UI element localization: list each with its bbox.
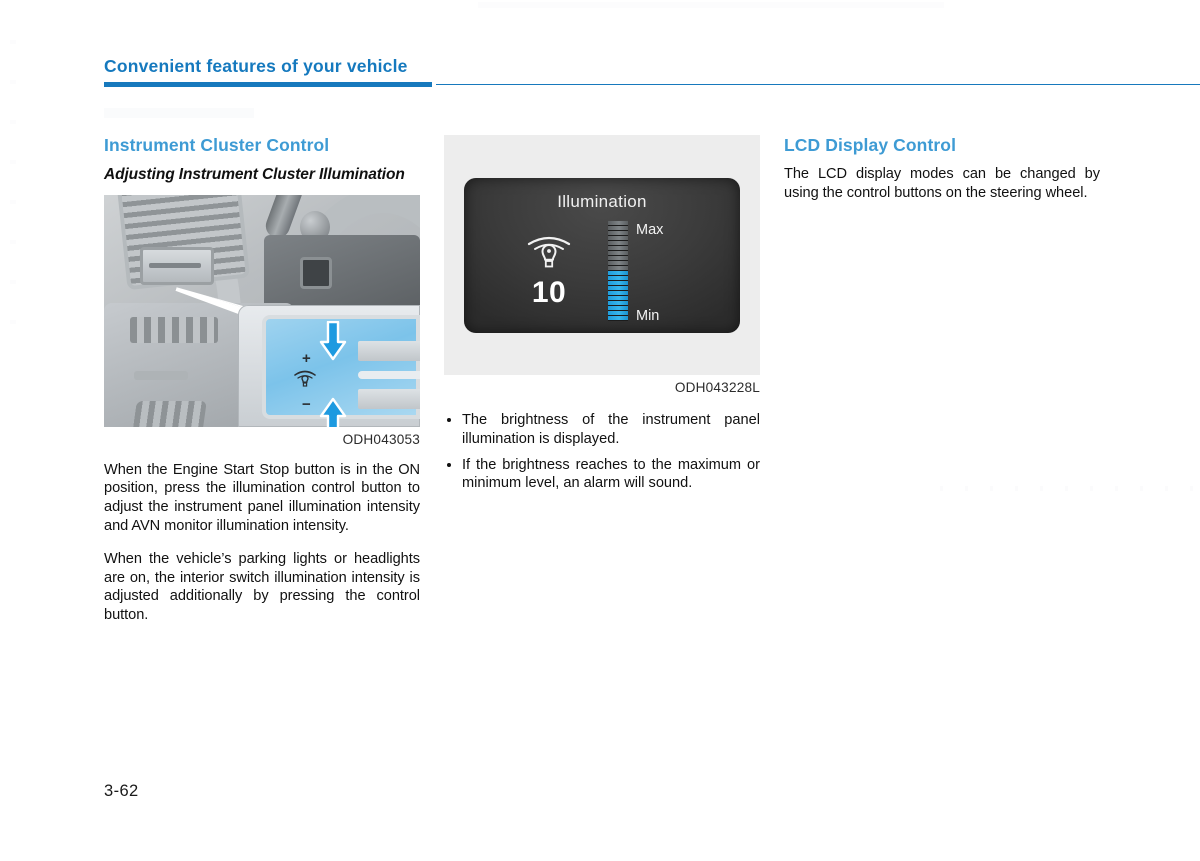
bullet-dot-icon xyxy=(447,462,451,467)
arrow-down-icon xyxy=(318,320,348,361)
figure-lcd-illumination: Illumination 10 Max Min ODH043228L xyxy=(444,135,760,395)
callout-segment-bottom xyxy=(358,388,420,409)
page-running-header: Convenient features of your vehicle xyxy=(104,56,1200,88)
scan-artifact-top xyxy=(478,2,944,8)
lower-vent-shape xyxy=(130,316,218,343)
header-rule-thick xyxy=(104,82,432,87)
list-item: If the brightness reaches to the maximum… xyxy=(444,456,760,494)
lcd-gauge-min-label: Min xyxy=(636,308,660,324)
scan-artifact-left xyxy=(10,40,16,340)
lcd-illumination-gauge xyxy=(608,221,628,321)
page-title: Convenient features of your vehicle xyxy=(104,56,408,76)
callout-plus-label: + xyxy=(302,349,311,367)
lcd-title: Illumination xyxy=(557,192,647,211)
column-left: Instrument Cluster Control Adjusting Ins… xyxy=(104,135,420,625)
speaker-grille-shape xyxy=(131,400,207,427)
dashboard-slot-shape xyxy=(134,370,188,380)
section-heading-instrument-cluster-control: Instrument Cluster Control xyxy=(104,135,330,155)
lcd-illumination-value: 10 xyxy=(531,276,567,309)
body-paragraph-lcd: The LCD display modes can be changed by … xyxy=(784,166,1100,201)
dashboard-photograph: + − xyxy=(104,194,420,427)
arrow-up-icon xyxy=(318,397,348,427)
callout-segment-top xyxy=(358,340,420,361)
figure-dashboard-control: + − ODH043053 xyxy=(104,194,420,447)
gauge-segment xyxy=(608,316,628,321)
callout-center-bar xyxy=(358,370,420,379)
header-rule-thin xyxy=(436,84,1200,86)
page-number: 3-62 xyxy=(104,782,139,800)
bullet-list-middle: The brightness of the instrument panel i… xyxy=(444,411,760,493)
figure-caption-left: ODH043053 xyxy=(342,431,420,447)
scan-artifact-ghost xyxy=(104,108,254,118)
section-heading-lcd-display-control: LCD Display Control xyxy=(784,135,957,155)
callout-minus-label: − xyxy=(302,395,311,413)
column-right: LCD Display Control The LCD display mode… xyxy=(784,135,1100,203)
lcd-figure-frame: Illumination 10 Max Min xyxy=(444,135,760,375)
list-item: The brightness of the instrument panel i… xyxy=(444,411,760,449)
list-item-text: The brightness of the instrument panel i… xyxy=(462,412,760,447)
scan-artifact-dots xyxy=(940,486,1200,491)
dashboard-port-shape xyxy=(300,256,332,289)
illumination-control-button-photo xyxy=(140,246,214,285)
bullet-dot-icon xyxy=(447,418,451,422)
callout-panel: + − xyxy=(238,304,420,427)
list-item-text: If the brightness reaches to the maximum… xyxy=(462,456,760,492)
body-paragraph-1: When the Engine Start Stop button is in … xyxy=(104,461,420,534)
illumination-bulb-icon xyxy=(292,367,318,389)
turn-signal-stalk-shape xyxy=(262,194,306,241)
lcd-gauge-max-label: Max xyxy=(636,222,664,238)
figure-caption-middle: ODH043228L xyxy=(674,380,760,395)
column-middle: Illumination 10 Max Min ODH043228L The b… xyxy=(444,135,760,493)
lcd-panel: Illumination 10 Max Min xyxy=(464,178,740,333)
sub-heading-adjusting-illumination: Adjusting Instrument Cluster Illuminatio… xyxy=(104,166,405,183)
body-paragraph-2: When the vehicle’s parking lights or hea… xyxy=(104,550,420,624)
header-rule xyxy=(104,82,1200,88)
illumination-bulb-icon xyxy=(526,232,572,270)
callout-button-closeup: + − xyxy=(262,314,420,427)
